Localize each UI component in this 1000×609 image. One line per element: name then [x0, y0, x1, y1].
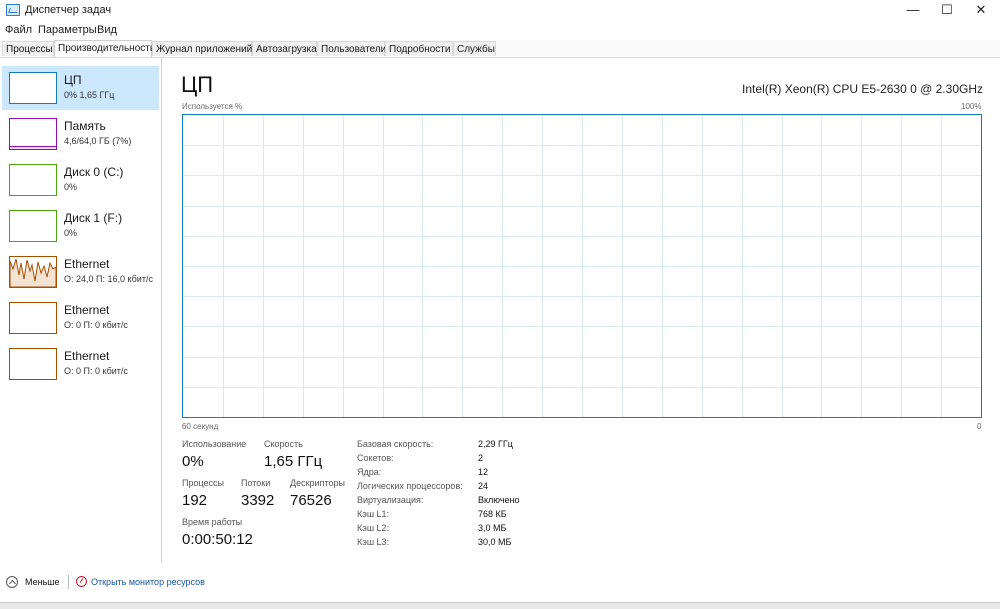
ethernet-3-thumbnail	[9, 348, 57, 380]
spec-label: Кэш L3:	[357, 537, 390, 547]
tab-services[interactable]: Службы	[453, 41, 496, 56]
processes-label: Процессы	[182, 478, 225, 488]
sidebar-item-title: Ethernet	[64, 303, 110, 317]
spec-value: 2	[478, 453, 484, 463]
maximize-button[interactable]: ☐	[930, 0, 964, 22]
disk-0-thumbnail	[9, 164, 57, 196]
spec-label: Кэш L2:	[357, 523, 390, 533]
spec-value: 30,0 МБ	[478, 537, 512, 547]
graph-x-zero-label: 0	[977, 422, 982, 431]
cpu-usage-graph	[182, 114, 982, 418]
sidebar-item-subtitle: 0%	[64, 228, 78, 238]
handles-value: 76526	[290, 492, 332, 509]
sidebar-item-subtitle: 4,6/64,0 ГБ (7%)	[64, 136, 132, 146]
threads-label: Потоки	[241, 478, 271, 488]
sidebar-item-title: ЦП	[64, 73, 82, 87]
resource-monitor-icon	[76, 576, 87, 587]
sidebar-item-ethernet-1[interactable]: Ethernet О: 24,0 П: 16,0 кбит/с	[2, 250, 159, 294]
disk-1-thumbnail	[9, 210, 57, 242]
sidebar-item-ethernet-3[interactable]: Ethernet О: 0 П: 0 кбит/с	[2, 342, 159, 386]
sidebar-item-title: Диск 0 (C:)	[64, 165, 124, 179]
fewer-details-button[interactable]: Меньше	[25, 577, 60, 587]
speed-value: 1,65 ГГц	[264, 453, 323, 470]
spec-value: 3,0 МБ	[478, 523, 507, 533]
handles-label: Дескрипторы	[290, 478, 345, 488]
sidebar-item-title: Диск 1 (F:)	[64, 211, 123, 225]
footer-divider	[68, 575, 69, 589]
cpu-thumbnail	[9, 72, 57, 104]
graph-y-max-label: 100%	[961, 102, 982, 111]
sidebar-item-disk-1[interactable]: Диск 1 (F:) 0%	[2, 204, 159, 248]
tab-strip: Процессы Производительность Журнал прило…	[0, 40, 1000, 58]
tab-app-history[interactable]: Журнал приложений	[152, 41, 252, 56]
resource-list: ЦП 0% 1,65 ГГц Память 4,6/64,0 ГБ (7%) Д…	[0, 58, 162, 562]
menu-view[interactable]: Вид	[97, 24, 117, 36]
ethernet-2-thumbnail	[9, 302, 57, 334]
close-button[interactable]: ✕	[964, 0, 998, 22]
sidebar-item-title: Память	[64, 119, 106, 133]
menu-options[interactable]: Параметры	[38, 24, 97, 36]
ethernet-activity-sparkline	[10, 258, 56, 287]
footer-bar: Меньше Открыть монитор ресурсов	[0, 566, 1000, 602]
tab-performance[interactable]: Производительность	[54, 40, 155, 57]
sidebar-item-subtitle: 0% 1,65 ГГц	[64, 90, 115, 100]
window-title: Диспетчер задач	[25, 4, 112, 16]
spec-label: Ядра:	[357, 467, 382, 477]
spec-value: Включено	[478, 495, 520, 505]
ethernet-1-thumbnail	[9, 256, 57, 288]
uptime-value: 0:00:50:12	[182, 531, 253, 548]
cpu-model-name: Intel(R) Xeon(R) CPU E5-2630 0 @ 2.30GHz	[742, 82, 983, 96]
graph-time-span-label: 60 секунд	[182, 422, 219, 431]
sidebar-item-ethernet-2[interactable]: Ethernet О: 0 П: 0 кбит/с	[2, 296, 159, 340]
spec-value: 12	[478, 467, 489, 477]
sidebar-item-subtitle: О: 0 П: 0 кбит/с	[64, 366, 128, 376]
spec-label: Кэш L1:	[357, 509, 390, 519]
sidebar-item-title: Ethernet	[64, 257, 110, 271]
spec-value: 768 КБ	[478, 509, 507, 519]
memory-thumbnail	[9, 118, 57, 150]
spec-value: 24	[478, 481, 489, 491]
cpu-graph-grid	[183, 115, 981, 417]
uptime-label: Время работы	[182, 517, 243, 527]
spec-value: 2,29 ГГц	[478, 439, 513, 449]
sidebar-item-disk-0[interactable]: Диск 0 (C:) 0%	[2, 158, 159, 202]
spec-label: Сокетов:	[357, 453, 394, 463]
sidebar-item-cpu[interactable]: ЦП 0% 1,65 ГГц	[2, 66, 159, 110]
page-title: ЦП	[181, 72, 214, 97]
menu-file[interactable]: Файл	[5, 24, 32, 36]
spec-label: Виртуализация:	[357, 495, 424, 505]
tab-processes[interactable]: Процессы	[2, 41, 54, 56]
spec-label: Логических процессоров:	[357, 481, 463, 491]
processes-value: 192	[182, 492, 208, 509]
sidebar-item-subtitle: 0%	[64, 182, 78, 192]
sidebar-item-memory[interactable]: Память 4,6/64,0 ГБ (7%)	[2, 112, 159, 156]
usage-label: Использование	[182, 439, 247, 449]
speed-label: Скорость	[264, 439, 303, 449]
chevron-up-icon[interactable]	[6, 576, 18, 588]
minimize-button[interactable]: —	[896, 0, 930, 22]
graph-y-label: Используется %	[182, 102, 243, 111]
sidebar-item-title: Ethernet	[64, 349, 110, 363]
sidebar-item-subtitle: О: 0 П: 0 кбит/с	[64, 320, 128, 330]
tab-startup[interactable]: Автозагрузка	[252, 41, 317, 56]
usage-value: 0%	[182, 453, 204, 470]
spec-label: Базовая скорость:	[357, 439, 434, 449]
task-manager-icon	[6, 4, 20, 16]
threads-value: 3392	[241, 492, 275, 509]
open-resource-monitor-link[interactable]: Открыть монитор ресурсов	[91, 577, 205, 587]
tab-users[interactable]: Пользователи	[317, 41, 386, 56]
title-bar: Диспетчер задач — ☐ ✕	[0, 0, 1000, 22]
tab-details[interactable]: Подробности	[385, 41, 453, 56]
sidebar-item-subtitle: О: 24,0 П: 16,0 кбит/с	[64, 274, 153, 284]
menu-bar: Файл Параметры Вид	[0, 22, 1000, 40]
